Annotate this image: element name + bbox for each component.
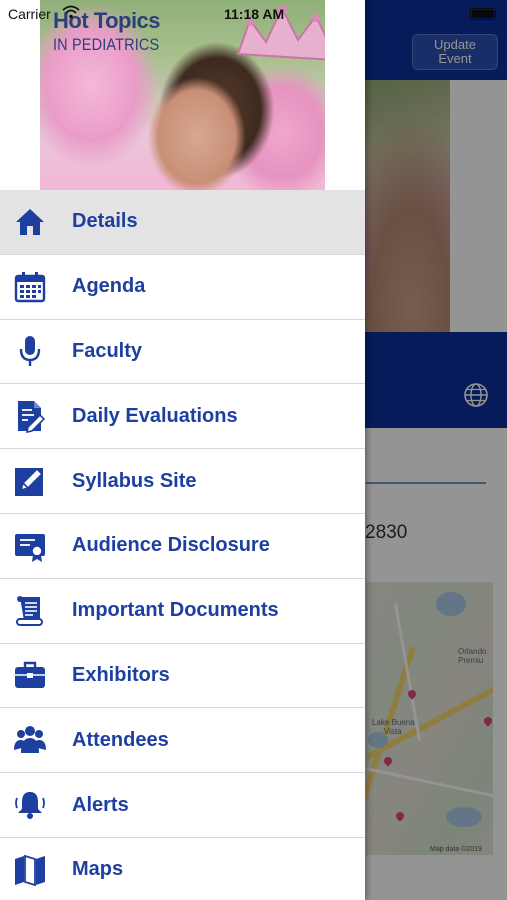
- navigation-drawer: Hot Topics IN PEDIATRICS Carrier 11:18 A…: [0, 0, 365, 900]
- menu-item-label: Maps: [72, 858, 124, 881]
- menu-item-label: Attendees: [72, 728, 169, 751]
- edit-pencil-icon: [12, 463, 48, 499]
- bell-icon: [12, 787, 48, 823]
- menu-item-audience-disclosure[interactable]: Audience Disclosure: [0, 513, 365, 579]
- menu-item-label: Faculty: [72, 339, 143, 362]
- menu-item-label: Syllabus Site: [72, 469, 197, 492]
- scroll-document-icon: [12, 593, 48, 629]
- microphone-icon: [12, 333, 48, 369]
- drawer-header: Hot Topics IN PEDIATRICS Carrier 11:18 A…: [0, 0, 365, 190]
- menu-item-faculty[interactable]: Faculty: [0, 319, 365, 385]
- drawer-menu: Details Agenda Faculty Daily Evaluations…: [0, 190, 365, 900]
- menu-item-maps[interactable]: Maps: [0, 837, 365, 900]
- menu-item-agenda[interactable]: Agenda: [0, 254, 365, 320]
- status-carrier: Carrier: [8, 6, 51, 22]
- menu-item-label: Important Documents: [72, 599, 279, 622]
- menu-item-daily-evaluations[interactable]: Daily Evaluations: [0, 384, 365, 450]
- menu-item-label: Agenda: [72, 275, 146, 298]
- briefcase-icon: [12, 657, 48, 693]
- menu-item-label: Daily Evaluations: [72, 404, 238, 427]
- calendar-icon: [12, 269, 48, 305]
- status-time: 11:18 AM: [224, 6, 285, 22]
- home-icon: [12, 204, 48, 240]
- menu-item-alerts[interactable]: Alerts: [0, 773, 365, 838]
- menu-item-label: Alerts: [72, 793, 129, 816]
- menu-item-label: Audience Disclosure: [72, 534, 270, 557]
- certificate-icon: [12, 528, 48, 564]
- evaluation-document-icon: [12, 398, 48, 434]
- menu-item-attendees[interactable]: Attendees: [0, 708, 365, 774]
- menu-item-exhibitors[interactable]: Exhibitors: [0, 643, 365, 709]
- wifi-icon: [62, 5, 80, 19]
- menu-item-important-documents[interactable]: Important Documents: [0, 578, 365, 644]
- people-group-icon: [12, 722, 48, 758]
- menu-item-label: Details: [72, 210, 138, 233]
- menu-item-syllabus-site[interactable]: Syllabus Site: [0, 449, 365, 514]
- menu-item-label: Exhibitors: [72, 663, 170, 686]
- map-icon: [12, 852, 48, 888]
- event-title-line2: IN PEDIATRICS: [53, 35, 160, 54]
- menu-item-details[interactable]: Details: [0, 190, 365, 255]
